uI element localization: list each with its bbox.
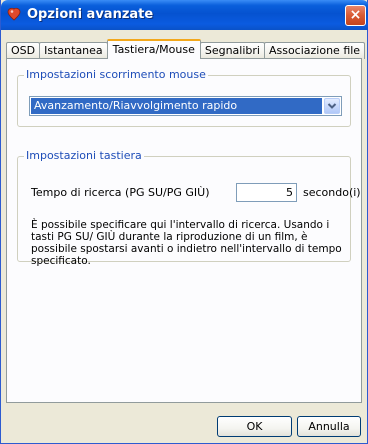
keyboard-group: Impostazioni tastiera Tempo di ricerca (… (17, 149, 361, 267)
ok-button[interactable]: OK (217, 416, 292, 437)
tab-istantanea[interactable]: Istantanea (39, 42, 108, 59)
window-title: Opzioni avanzate (27, 7, 154, 22)
mouse-scroll-select-value: Avanzamento/Riavvolgimento rapido (31, 98, 322, 114)
mouse-scroll-group: Impostazioni scorrimento mouse Avanzamen… (17, 68, 351, 127)
cancel-button[interactable]: Annulla (297, 416, 361, 437)
close-icon: × (349, 7, 362, 23)
keyboard-group-title: Impostazioni tastiera (24, 149, 144, 162)
dropdown-button[interactable] (324, 98, 340, 114)
seek-time-input[interactable]: 5 (236, 183, 297, 202)
app-icon (7, 7, 21, 21)
seek-description: È possibile specificare qui l'intervallo… (31, 219, 342, 267)
tab-tastiera-mouse[interactable]: Tastiera/Mouse (106, 39, 201, 59)
seek-time-unit: secondo(i) (303, 186, 361, 199)
tab-osd[interactable]: OSD (6, 42, 41, 59)
tab-strip: OSD Istantanea Tastiera/Mouse Segnalibri… (6, 39, 366, 59)
chevron-down-icon (327, 103, 337, 109)
seek-time-label: Tempo di ricerca (PG SU/PG GIÙ) (31, 186, 210, 199)
title-bar[interactable]: Opzioni avanzate × (1, 0, 368, 30)
close-button[interactable]: × (345, 5, 366, 26)
mouse-scroll-group-title: Impostazioni scorrimento mouse (24, 68, 208, 81)
tab-associazione-file[interactable]: Associazione file (263, 42, 366, 59)
tab-segnalibri[interactable]: Segnalibri (199, 42, 265, 59)
dialog-window: Opzioni avanzate × OSD Istantanea Tastie… (0, 0, 368, 444)
mouse-scroll-select[interactable]: Avanzamento/Riavvolgimento rapido (29, 96, 342, 116)
tab-panel: Impostazioni scorrimento mouse Avanzamen… (6, 58, 362, 403)
